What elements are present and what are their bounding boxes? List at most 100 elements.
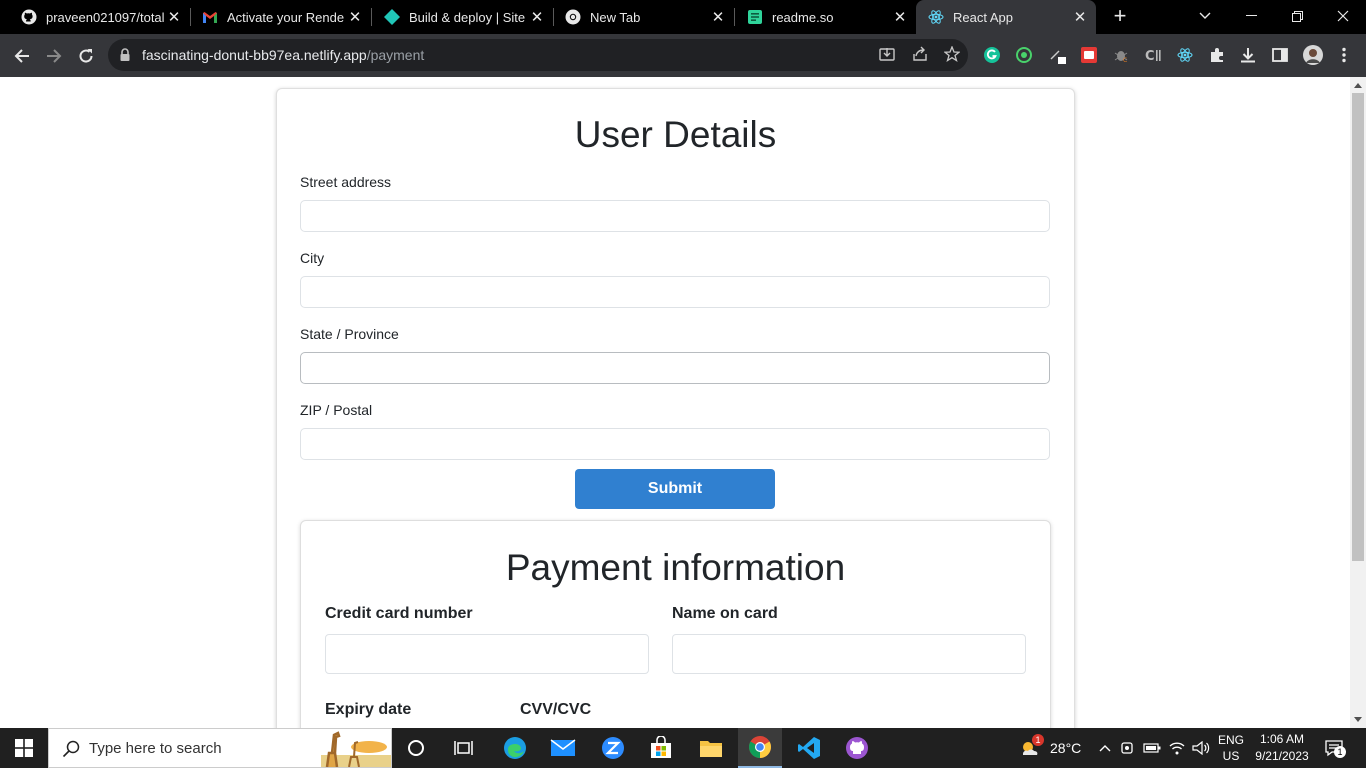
close-icon[interactable]: ✕ bbox=[890, 8, 910, 26]
mail-icon[interactable] bbox=[544, 728, 582, 768]
code-extension-icon[interactable]: C bbox=[1144, 46, 1162, 64]
svg-text:C: C bbox=[1123, 57, 1127, 63]
side-panel-icon[interactable] bbox=[1271, 46, 1289, 64]
bug-extension-icon[interactable]: C bbox=[1112, 46, 1130, 64]
close-window-icon[interactable] bbox=[1320, 0, 1366, 32]
street-address-input[interactable] bbox=[300, 200, 1050, 232]
tab-react-app[interactable]: React App ✕ bbox=[916, 0, 1096, 34]
zoom-icon[interactable] bbox=[594, 728, 632, 768]
scroll-down-arrow-icon[interactable] bbox=[1354, 717, 1362, 722]
street-address-label: Street address bbox=[300, 174, 392, 190]
extension-target-icon[interactable] bbox=[1015, 46, 1033, 64]
clock-time[interactable]: 1:06 AM bbox=[1250, 732, 1314, 746]
tab-title: New Tab bbox=[590, 9, 641, 25]
windows-taskbar: Type here to search 1 28°C ENG US 1:06 A… bbox=[0, 728, 1366, 768]
restore-icon[interactable] bbox=[1274, 0, 1320, 32]
state-province-input[interactable] bbox=[300, 352, 1050, 384]
notification-count-badge: 1 bbox=[1334, 746, 1346, 758]
name-on-card-input[interactable] bbox=[672, 634, 1026, 674]
name-on-card-label: Name on card bbox=[672, 605, 778, 622]
scrollbar-thumb[interactable] bbox=[1352, 93, 1364, 561]
task-view-icon[interactable] bbox=[446, 728, 482, 768]
github-icon bbox=[21, 9, 37, 25]
page-viewport: User Details Street address City State /… bbox=[0, 77, 1350, 728]
address-bar[interactable]: fascinating-donut-bb97ea.netlify.app/pay… bbox=[108, 39, 968, 71]
bookmark-star-icon[interactable] bbox=[943, 45, 961, 64]
netlify-icon bbox=[384, 9, 400, 25]
notifications-icon[interactable]: 1 bbox=[1322, 728, 1346, 768]
tab-readme[interactable]: readme.so ✕ bbox=[726, 0, 916, 34]
zip-postal-label: ZIP / Postal bbox=[300, 402, 373, 418]
weather-badge: 1 bbox=[1032, 734, 1044, 746]
github-desktop-icon[interactable] bbox=[838, 728, 876, 768]
cvv-cvc-label: CVV/CVC bbox=[520, 701, 592, 718]
expiry-date-label: Expiry date bbox=[325, 701, 412, 718]
credit-card-number-input[interactable] bbox=[325, 634, 649, 674]
giraffe-search-highlight-icon bbox=[321, 729, 391, 772]
tab-github[interactable]: praveen021097/totalit ✕ bbox=[0, 0, 190, 34]
file-explorer-icon[interactable] bbox=[692, 728, 730, 768]
close-icon[interactable]: ✕ bbox=[708, 8, 728, 26]
back-icon[interactable] bbox=[8, 42, 36, 70]
forward-icon[interactable] bbox=[40, 42, 68, 70]
state-province-label: State / Province bbox=[300, 326, 399, 342]
windows-start-icon[interactable] bbox=[0, 728, 48, 768]
install-app-icon[interactable] bbox=[878, 46, 896, 64]
chrome-taskbar-icon[interactable] bbox=[738, 728, 782, 768]
page-scrollbar[interactable] bbox=[1350, 77, 1366, 728]
cortana-icon[interactable] bbox=[398, 728, 434, 768]
battery-icon[interactable] bbox=[1142, 728, 1162, 768]
edge-icon[interactable] bbox=[496, 728, 534, 768]
grammarly-icon[interactable] bbox=[983, 46, 1001, 64]
vscode-icon[interactable] bbox=[790, 728, 828, 768]
tab-search-chevron-icon[interactable] bbox=[1182, 0, 1228, 32]
search-placeholder: Type here to search bbox=[89, 740, 222, 757]
scroll-up-arrow-icon[interactable] bbox=[1354, 83, 1362, 88]
clock-date[interactable]: 9/21/2023 bbox=[1250, 749, 1314, 763]
readme-icon bbox=[747, 9, 763, 25]
submit-button[interactable]: Submit bbox=[575, 469, 775, 509]
zip-postal-input[interactable] bbox=[300, 428, 1050, 460]
url-text: fascinating-donut-bb97ea.netlify.app/pay… bbox=[142, 47, 424, 63]
tab-new-tab[interactable]: New Tab ✕ bbox=[544, 0, 734, 34]
reload-icon[interactable] bbox=[72, 42, 100, 70]
city-input[interactable] bbox=[300, 276, 1050, 308]
user-details-card: User Details Street address City State /… bbox=[276, 88, 1075, 728]
tab-gmail[interactable]: Activate your Render a ✕ bbox=[181, 0, 371, 34]
react-icon bbox=[928, 9, 944, 25]
menu-kebab-icon[interactable] bbox=[1335, 46, 1353, 64]
tab-title: Build & deploy | Site c bbox=[409, 9, 527, 25]
close-icon[interactable]: ✕ bbox=[1070, 8, 1090, 26]
volume-icon[interactable] bbox=[1190, 728, 1212, 768]
react-devtools-icon[interactable] bbox=[1176, 46, 1194, 64]
downloads-icon[interactable] bbox=[1239, 46, 1257, 64]
taskbar-search-box[interactable]: Type here to search bbox=[48, 728, 392, 768]
profile-avatar-icon[interactable] bbox=[1303, 45, 1323, 65]
extensions-puzzle-icon[interactable] bbox=[1208, 46, 1226, 64]
close-icon[interactable]: ✕ bbox=[345, 8, 365, 26]
new-tab-plus-icon[interactable]: + bbox=[1108, 4, 1132, 28]
city-label: City bbox=[300, 250, 325, 266]
tab-netlify[interactable]: Build & deploy | Site c ✕ bbox=[363, 0, 553, 34]
search-icon bbox=[62, 740, 80, 763]
microsoft-store-icon[interactable] bbox=[642, 728, 680, 768]
pen-extension-icon[interactable] bbox=[1048, 46, 1066, 64]
region-indicator[interactable]: US bbox=[1216, 749, 1246, 763]
minimize-icon[interactable] bbox=[1228, 0, 1274, 32]
weather-icon[interactable]: 1 bbox=[1016, 728, 1046, 768]
red-extension-icon[interactable] bbox=[1080, 46, 1098, 64]
url-host: fascinating-donut-bb97ea.netlify.app bbox=[142, 47, 367, 63]
payment-information-card: Payment information Credit card number N… bbox=[300, 520, 1051, 728]
wifi-icon[interactable] bbox=[1166, 728, 1188, 768]
chevron-up-icon[interactable] bbox=[1096, 728, 1114, 768]
payment-information-title: Payment information bbox=[505, 547, 846, 588]
url-path: /payment bbox=[366, 47, 425, 63]
browser-toolbar: fascinating-donut-bb97ea.netlify.app/pay… bbox=[0, 34, 1366, 77]
language-indicator[interactable]: ENG bbox=[1216, 733, 1246, 747]
meet-now-icon[interactable] bbox=[1118, 728, 1138, 768]
share-icon[interactable] bbox=[911, 46, 929, 64]
lock-icon bbox=[120, 48, 130, 66]
tab-title: praveen021097/totalit bbox=[46, 9, 164, 25]
weather-temperature[interactable]: 28°C bbox=[1050, 740, 1081, 756]
credit-card-number-label: Credit card number bbox=[325, 605, 473, 622]
